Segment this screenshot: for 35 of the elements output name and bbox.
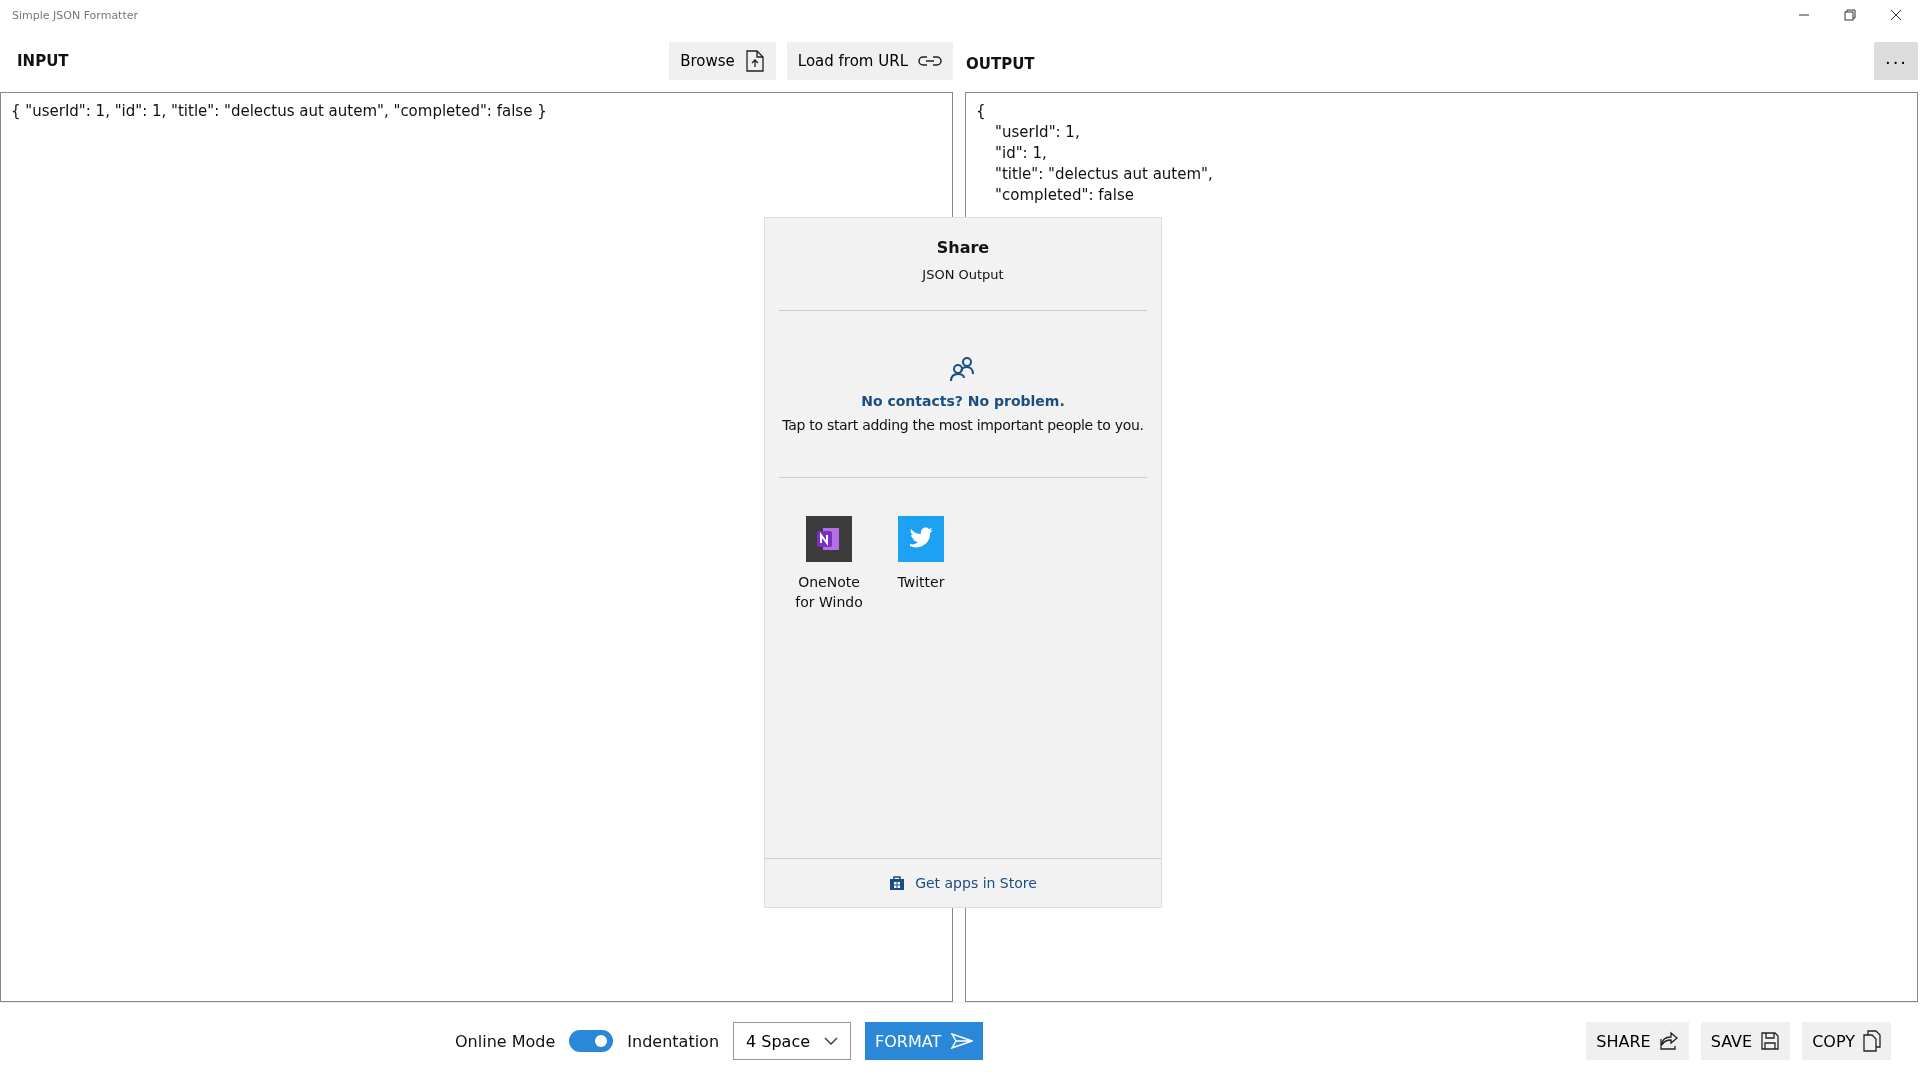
copy-button[interactable]: COPY bbox=[1802, 1022, 1891, 1060]
load-url-button[interactable]: Load from URL bbox=[786, 42, 953, 80]
output-line: "userId": 1, bbox=[994, 122, 1081, 143]
save-button[interactable]: SAVE bbox=[1700, 1022, 1791, 1060]
browse-button[interactable]: Browse bbox=[669, 42, 776, 80]
output-line: "completed": false bbox=[994, 185, 1135, 206]
bird-app-icon[interactable] bbox=[898, 516, 944, 562]
input-text: { "userId": 1, "id": 1, "title": "delectus aut autem", "completed": false } bbox=[11, 102, 547, 120]
online-mode-toggle[interactable] bbox=[569, 1030, 614, 1052]
output-line: { bbox=[976, 101, 987, 122]
output-line: "title": "delectus aut autem", bbox=[994, 164, 1214, 185]
output-heading: OUTPUT bbox=[966, 55, 1035, 73]
output-line: "id": 1, bbox=[994, 143, 1048, 164]
more-button[interactable]: ··· bbox=[1874, 42, 1918, 80]
close-icon[interactable] bbox=[1890, 9, 1902, 21]
people-icon bbox=[949, 355, 977, 383]
window-title: Simple JSON Formatter bbox=[12, 8, 139, 22]
share-button[interactable]: SHARE bbox=[1586, 1022, 1689, 1060]
restore-icon[interactable] bbox=[1844, 9, 1856, 21]
online-mode-label: Online Mode bbox=[455, 1031, 556, 1051]
shopping-bag-icon bbox=[889, 875, 906, 891]
copy-icon bbox=[1863, 1030, 1881, 1052]
app-label[interactable]: Twitter bbox=[897, 572, 945, 592]
file-upload-icon bbox=[744, 50, 765, 72]
share-icon bbox=[1658, 1031, 1679, 1051]
onenote-app-icon[interactable] bbox=[806, 516, 852, 562]
send-icon bbox=[951, 1033, 974, 1049]
indentation-dropdown[interactable]: 4 Space bbox=[733, 1022, 852, 1060]
link-icon bbox=[918, 53, 942, 69]
indentation-label: Indentation bbox=[627, 1031, 720, 1051]
app-label[interactable]: OneNote for Windo bbox=[793, 572, 865, 612]
save-icon bbox=[1760, 1031, 1781, 1051]
chevron-down-icon bbox=[824, 1037, 839, 1045]
format-button[interactable]: FORMAT bbox=[865, 1022, 984, 1060]
input-heading: INPUT bbox=[17, 52, 69, 70]
